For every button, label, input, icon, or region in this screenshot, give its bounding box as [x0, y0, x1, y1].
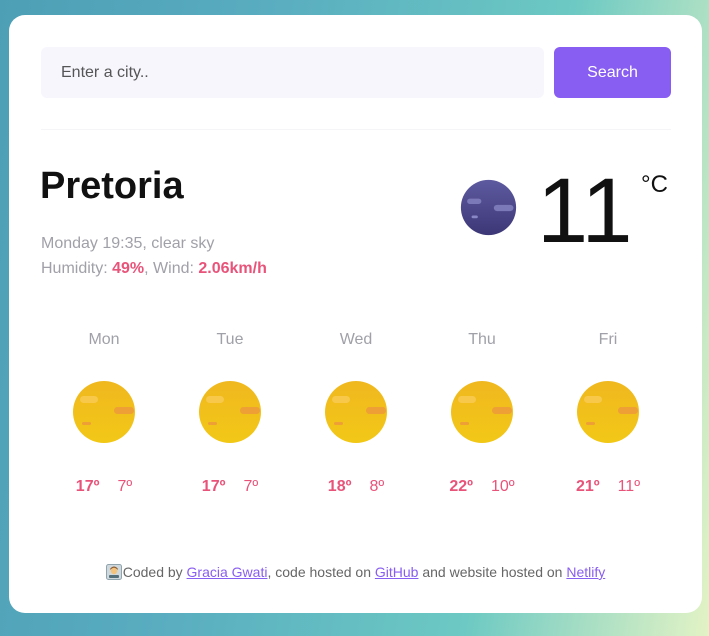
footer-middle: , code hosted on	[267, 564, 375, 580]
humidity-wind: Humidity: 49%, Wind: 2.06km/h	[41, 256, 267, 281]
netlify-link[interactable]: Netlify	[566, 564, 605, 580]
wind-label: , Wind:	[144, 260, 199, 277]
sunny-icon	[199, 381, 261, 443]
footer-prefix: Coded by	[122, 564, 187, 580]
forecast-max: 22º	[449, 478, 473, 495]
footer-middle2: and website hosted on	[418, 564, 567, 580]
forecast-day: Mon 17º 7º	[41, 327, 167, 496]
author-link[interactable]: Gracia Gwati	[187, 564, 268, 580]
search-button[interactable]: Search	[554, 47, 671, 98]
forecast: Mon 17º 7º Tue 17º 7º Wed 18º 8º Thu 22º…	[41, 327, 671, 507]
sunny-icon	[451, 381, 513, 443]
search-form: Search	[41, 47, 671, 98]
woman-technologist-icon	[105, 564, 122, 580]
wind-value: 2.06km/h	[198, 260, 267, 277]
forecast-min: 8º	[369, 478, 385, 495]
search-input[interactable]	[41, 47, 544, 98]
sunny-icon	[325, 381, 387, 443]
forecast-temps: 22º 10º	[419, 478, 545, 496]
divider	[41, 129, 671, 130]
footer: Coded by Gracia Gwati, code hosted on Gi…	[9, 564, 702, 580]
forecast-min: 11º	[617, 478, 641, 495]
forecast-day-name: Tue	[216, 331, 244, 348]
city-name: Pretoria	[40, 165, 184, 207]
forecast-min: 7º	[243, 478, 259, 495]
forecast-max: 21º	[575, 478, 600, 495]
current-temperature: 11	[537, 160, 633, 262]
forecast-day: Wed 18º 8º	[293, 327, 419, 496]
forecast-min: 10º	[491, 478, 515, 495]
forecast-max: 17º	[201, 478, 226, 495]
forecast-day: Tue 17º 7º	[167, 327, 293, 496]
forecast-max: 17º	[75, 478, 100, 495]
forecast-max: 18º	[327, 478, 352, 495]
forecast-day-name: Mon	[88, 331, 120, 348]
temperature-unit: °C	[641, 171, 668, 198]
github-link[interactable]: GitHub	[375, 564, 419, 580]
forecast-day-name: Wed	[339, 331, 373, 348]
humidity-label: Humidity:	[41, 260, 113, 277]
forecast-day-name: Thu	[468, 331, 496, 348]
current-details: Monday 19:35, clear sky Humidity: 49%, W…	[41, 231, 267, 281]
sunny-icon	[73, 381, 135, 443]
humidity-value: 49%	[112, 260, 145, 277]
forecast-temps: 17º 7º	[41, 478, 167, 496]
forecast-day: Thu 22º 10º	[419, 327, 545, 496]
forecast-temps: 21º 11º	[545, 478, 671, 496]
forecast-temps: 18º 8º	[293, 478, 419, 496]
forecast-day-name: Fri	[598, 331, 618, 348]
weather-card: Search Pretoria Monday 19:35, clear sky …	[9, 15, 702, 613]
clear-night-icon	[460, 179, 517, 236]
forecast-min: 7º	[117, 478, 133, 495]
forecast-day: Fri 21º 11º	[545, 327, 671, 496]
forecast-temps: 17º 7º	[167, 478, 293, 496]
sunny-icon	[577, 381, 639, 443]
datetime-description: Monday 19:35, clear sky	[41, 235, 215, 252]
